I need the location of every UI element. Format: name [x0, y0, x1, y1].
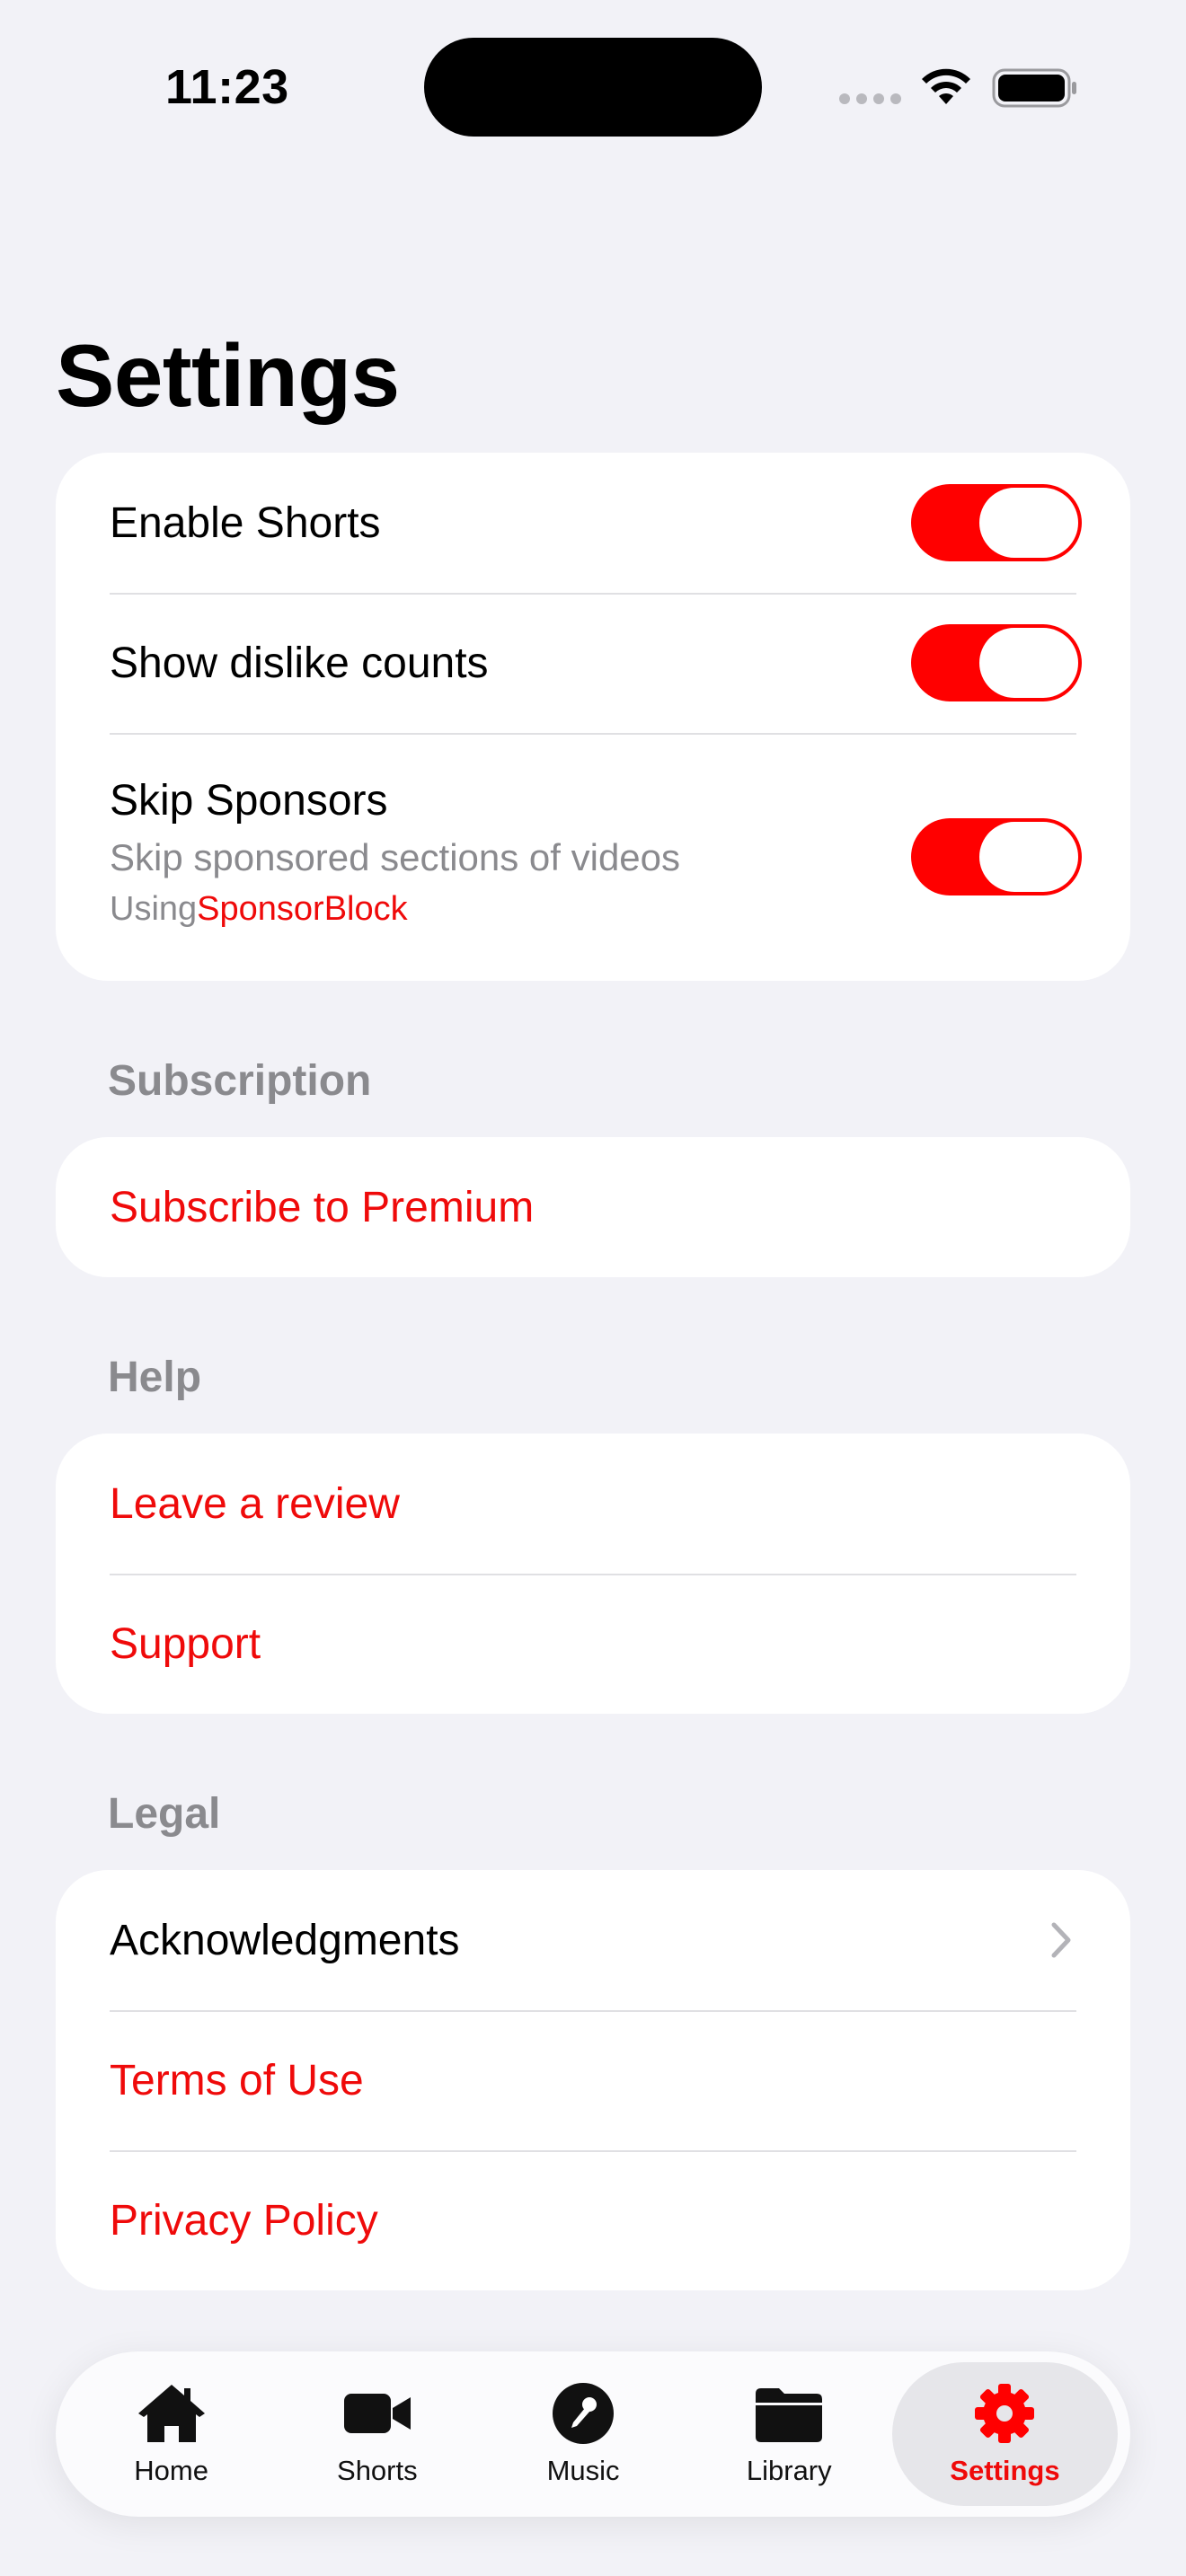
tab-home-label: Home [134, 2455, 208, 2486]
tab-music[interactable]: Music [480, 2362, 686, 2506]
support-row[interactable]: Support [56, 1574, 1130, 1714]
skip-sponsors-toggle[interactable] [911, 818, 1082, 895]
sponsorblock-credit: UsingSponsorBlock [110, 890, 408, 929]
gear-icon [975, 2384, 1035, 2443]
tab-home[interactable]: Home [68, 2362, 274, 2506]
general-settings-card: Enable Shorts Show dislike counts Skip S… [56, 453, 1130, 981]
privacy-label: Privacy Policy [110, 2196, 378, 2245]
chevron-right-icon [1051, 1922, 1071, 1958]
video-camera-icon [343, 2394, 411, 2433]
subscribe-premium-label: Subscribe to Premium [110, 1183, 535, 1231]
acknowledgments-row[interactable]: Acknowledgments [56, 1870, 1130, 2010]
enable-shorts-toggle[interactable] [911, 484, 1082, 561]
terms-label: Terms of Use [110, 2056, 364, 2104]
tab-bar: Home Shorts Music Library Settings [56, 2351, 1130, 2517]
tab-library-label: Library [746, 2455, 832, 2486]
tab-shorts[interactable]: Shorts [274, 2362, 480, 2506]
leave-review-label: Leave a review [110, 1479, 400, 1528]
using-prefix: Using [110, 890, 198, 928]
subscription-card: Subscribe to Premium [56, 1137, 1130, 1277]
tab-library[interactable]: Library [686, 2362, 892, 2506]
tab-shorts-label: Shorts [337, 2455, 418, 2486]
toggle-knob [979, 822, 1078, 892]
page-title: Settings [56, 326, 400, 425]
tab-settings-label: Settings [950, 2455, 1060, 2486]
status-time: 11:23 [165, 60, 289, 114]
leave-review-row[interactable]: Leave a review [56, 1434, 1130, 1574]
help-card: Leave a review Support [56, 1434, 1130, 1714]
subscription-header: Subscription [108, 1057, 372, 1105]
folder-icon [756, 2388, 823, 2442]
tab-settings[interactable]: Settings [891, 2362, 1119, 2506]
house-icon [137, 2385, 205, 2442]
show-dislikes-toggle[interactable] [911, 624, 1082, 701]
privacy-row[interactable]: Privacy Policy [56, 2150, 1130, 2290]
acknowledgments-label: Acknowledgments [110, 1916, 460, 1964]
legal-card: Acknowledgments Terms of Use Privacy Pol… [56, 1870, 1130, 2290]
microphone-icon [553, 2383, 615, 2444]
skip-sponsors-row: Skip Sponsors Skip sponsored sections of… [56, 733, 1130, 981]
legal-header: Legal [108, 1790, 221, 1838]
battery-icon [992, 68, 1076, 108]
enable-shorts-row: Enable Shorts [56, 453, 1130, 593]
dynamic-island [424, 38, 762, 137]
subscribe-premium-row[interactable]: Subscribe to Premium [56, 1137, 1130, 1277]
wifi-icon [922, 68, 970, 104]
toggle-knob [979, 628, 1078, 698]
help-header: Help [108, 1354, 202, 1401]
show-dislikes-row: Show dislike counts [56, 593, 1130, 733]
skip-sponsors-label: Skip Sponsors [110, 777, 388, 825]
tab-music-label: Music [546, 2455, 620, 2486]
skip-sponsors-subtitle: Skip sponsored sections of videos [110, 836, 681, 878]
toggle-knob [979, 488, 1078, 558]
terms-row[interactable]: Terms of Use [56, 2010, 1130, 2150]
enable-shorts-label: Enable Shorts [110, 498, 381, 547]
show-dislikes-label: Show dislike counts [110, 639, 489, 687]
cellular-signal-icon [839, 93, 901, 104]
support-label: Support [110, 1619, 261, 1668]
sponsorblock-link[interactable]: SponsorBlock [197, 890, 407, 928]
